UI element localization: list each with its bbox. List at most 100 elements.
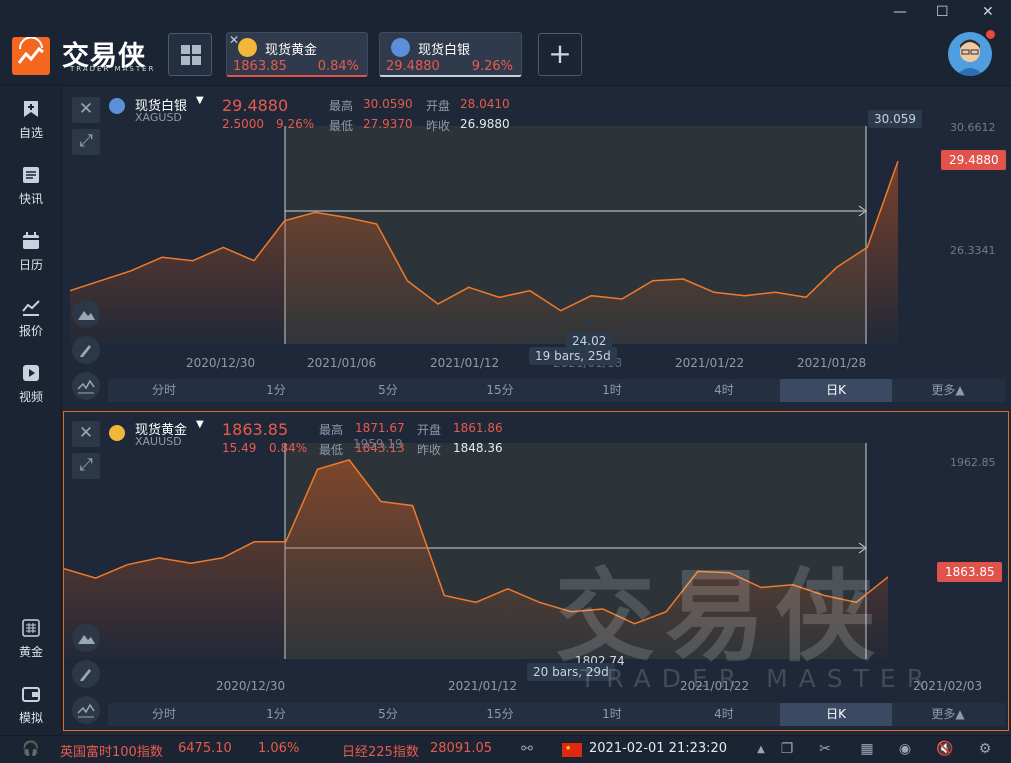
timeframe-tab[interactable]: 4时 bbox=[668, 703, 780, 726]
x-axis-date: 2021/01/12 bbox=[430, 356, 500, 370]
maximize-icon[interactable]: ☐ bbox=[936, 4, 949, 20]
layout-grid-button[interactable] bbox=[168, 33, 212, 76]
low-value: 27.9370 bbox=[363, 117, 413, 131]
gold-bar-icon bbox=[21, 618, 41, 638]
indicator-icon[interactable] bbox=[72, 696, 100, 724]
sidebar-item-quotes[interactable]: 报价 bbox=[0, 297, 62, 339]
open-label: 开盘 bbox=[426, 99, 451, 113]
tab-silver[interactable]: 现货白银 29.4880 9.26% bbox=[379, 32, 522, 77]
symbol-code: XAUUSD bbox=[135, 435, 182, 448]
add-tab-button[interactable]: + bbox=[538, 33, 582, 76]
ticker-index-value: 28091.05 bbox=[430, 741, 493, 756]
timeframe-tab[interactable]: 15分 bbox=[444, 379, 556, 402]
headset-icon[interactable]: 🎧 bbox=[22, 741, 40, 758]
high-label: 最高 bbox=[329, 99, 354, 113]
high-label: 最高 bbox=[319, 423, 344, 437]
last-price: 1863.85 bbox=[222, 420, 289, 439]
silver-chart[interactable] bbox=[64, 88, 1008, 378]
tab-change-pct: 0.84% bbox=[317, 59, 359, 74]
high-value: 30.0590 bbox=[363, 97, 413, 111]
mountain-chart-icon[interactable] bbox=[72, 300, 100, 328]
timeframe-tab[interactable]: 1分 bbox=[220, 703, 332, 726]
close-chart-button[interactable]: ✕ bbox=[72, 421, 100, 447]
tab-gold[interactable]: ✕ 现货黄金 1863.85 0.84% bbox=[226, 32, 368, 77]
sidebar-item-label: 日历 bbox=[18, 258, 43, 272]
timeframe-bar: 分时 1分 5分 15分 1时 4时 日K 更多▲ bbox=[108, 703, 1005, 726]
pencil-icon[interactable] bbox=[72, 660, 100, 688]
y-axis-label: 30.6612 bbox=[950, 121, 996, 134]
high-value: 1871.67 bbox=[355, 421, 405, 435]
minimize-icon[interactable]: — bbox=[893, 4, 907, 20]
indicator-icon[interactable] bbox=[72, 372, 100, 400]
app-window: 交易侠 TRADER MASTER ✕ 现货黄金 1863.85 0.84% 现… bbox=[0, 0, 1011, 763]
timeframe-tab[interactable]: 5分 bbox=[332, 379, 444, 402]
hover-high-label: 30.059 bbox=[868, 110, 922, 128]
expand-icon[interactable]: ⤢ bbox=[72, 129, 100, 155]
sidebar-item-news[interactable]: 快讯 bbox=[0, 165, 62, 207]
timeframe-tab-active[interactable]: 日K bbox=[780, 379, 892, 402]
logo-subtitle: TRADER MASTER bbox=[70, 65, 156, 73]
chevron-down-icon[interactable]: ▼ bbox=[196, 419, 204, 430]
price-change: 2.5000 bbox=[222, 117, 264, 131]
ticker-index-value: 6475.10 bbox=[178, 741, 232, 756]
close-icon[interactable]: ✕ bbox=[982, 4, 994, 20]
pencil-icon[interactable] bbox=[72, 336, 100, 364]
tab-title: 现货黄金 bbox=[265, 43, 318, 58]
settings-icon[interactable]: ⚙ bbox=[976, 741, 994, 758]
x-axis-date: 2021/01/12 bbox=[448, 679, 518, 693]
gold-coin-icon bbox=[238, 38, 257, 57]
tools-icon[interactable]: ✂ bbox=[816, 741, 834, 758]
mute-icon[interactable]: 🔇 bbox=[936, 741, 954, 758]
gold-coin-icon bbox=[109, 425, 125, 441]
sidebar-item-label: 快讯 bbox=[18, 192, 43, 206]
low-label: 最低 bbox=[329, 119, 354, 133]
open-label: 开盘 bbox=[417, 423, 442, 437]
sidebar-item-gold[interactable]: 黄金 bbox=[0, 618, 62, 660]
timeframe-tab[interactable]: 分时 bbox=[108, 379, 220, 402]
sidebar-item-watchlist[interactable]: 自选 bbox=[0, 99, 62, 141]
price-change-pct: 9.26% bbox=[276, 117, 315, 131]
silver-coin-icon bbox=[109, 98, 125, 114]
timeframe-tab-active[interactable]: 日K bbox=[780, 703, 892, 726]
x-axis-date: 2021/01/06 bbox=[307, 356, 377, 370]
sidebar-item-label: 黄金 bbox=[18, 645, 43, 659]
watermark-logo: 交易侠 bbox=[555, 558, 885, 675]
sidebar-item-calendar[interactable]: 日历 bbox=[0, 231, 62, 273]
ticker-index-name[interactable]: 日经225指数 bbox=[342, 741, 419, 760]
timeframe-more[interactable]: 更多▲ bbox=[892, 703, 1004, 726]
chart-panel-silver: ✕ ⤢ 现货白银 ▼ XAGUSD 29.4880 2.5000 9.26% 最… bbox=[63, 87, 1009, 407]
grid-layout-icon[interactable]: ▦ bbox=[858, 741, 876, 758]
tab-price: 29.4880 bbox=[386, 59, 440, 74]
avatar[interactable] bbox=[948, 32, 992, 76]
sidebar-item-simulation[interactable]: 模拟 bbox=[0, 684, 62, 726]
window-stack-icon[interactable]: ❐ bbox=[778, 741, 796, 758]
camera-icon[interactable]: ◉ bbox=[896, 741, 914, 758]
connection-icon[interactable]: ⚯ bbox=[518, 741, 536, 758]
price-change-pct: 0.84% bbox=[269, 441, 308, 455]
timeframe-more[interactable]: 更多▲ bbox=[892, 379, 1004, 402]
timeframe-tab[interactable]: 1时 bbox=[556, 703, 668, 726]
timeframe-tab[interactable]: 分时 bbox=[108, 703, 220, 726]
ticker-index-name[interactable]: 英国富时100指数 bbox=[60, 741, 163, 760]
wallet-icon bbox=[21, 684, 41, 704]
chevron-down-icon[interactable]: ▼ bbox=[196, 95, 204, 106]
quote-chart-icon bbox=[21, 297, 41, 317]
sidebar-item-video[interactable]: 视频 bbox=[0, 363, 62, 405]
x-axis-date: 2020/12/30 bbox=[186, 356, 256, 370]
x-axis-date: 2021/01/22 bbox=[675, 356, 745, 370]
bookmark-plus-icon bbox=[21, 99, 41, 119]
watermark-subtitle: TRADER MASTER bbox=[580, 664, 936, 693]
timeframe-tab[interactable]: 4时 bbox=[668, 379, 780, 402]
open-value: 28.0410 bbox=[460, 97, 510, 111]
timeframe-tab[interactable]: 5分 bbox=[332, 703, 444, 726]
range-summary: 19 bars, 25d bbox=[529, 347, 617, 365]
symbol-code: XAGUSD bbox=[135, 111, 182, 124]
mountain-chart-icon[interactable] bbox=[72, 624, 100, 652]
timeframe-tab[interactable]: 1分 bbox=[220, 379, 332, 402]
timeframe-tab[interactable]: 1时 bbox=[556, 379, 668, 402]
timeframe-tab[interactable]: 15分 bbox=[444, 703, 556, 726]
expand-icon[interactable]: ⤢ bbox=[72, 453, 100, 479]
close-chart-button[interactable]: ✕ bbox=[72, 97, 100, 123]
triangle-up-icon[interactable]: ▲ bbox=[752, 741, 770, 758]
sidebar-item-label: 自选 bbox=[18, 126, 43, 140]
